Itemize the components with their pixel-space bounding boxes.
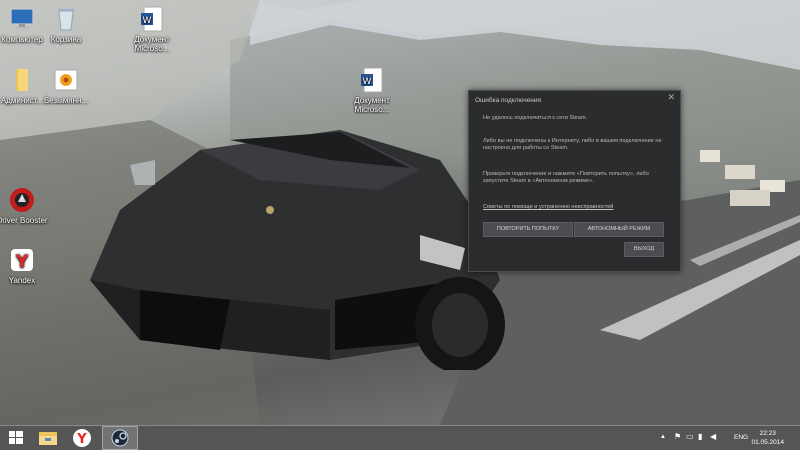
language-indicator[interactable]: ENG: [734, 434, 748, 441]
monitor-icon[interactable]: ▭: [686, 432, 694, 441]
file-explorer-icon: [39, 432, 57, 445]
start-button[interactable]: [2, 427, 30, 449]
recycle-bin-icon: [58, 9, 74, 31]
windows-logo-icon: [9, 431, 23, 444]
sports-car-image: [90, 130, 505, 370]
flag-icon[interactable]: ⚑: [674, 432, 681, 441]
taskbar-explorer-button[interactable]: [34, 427, 62, 449]
svg-text:W: W: [143, 16, 152, 26]
retry-button[interactable]: ПОВТОРИТЬ ПОПЫТКУ: [483, 222, 573, 237]
help-link[interactable]: Советы по помощи и устранению неисправно…: [483, 204, 613, 211]
close-icon[interactable]: ✕: [667, 93, 675, 102]
taskbar-steam-button[interactable]: [102, 426, 138, 450]
taskbar-clock[interactable]: 22:23 01.05.2014: [751, 429, 784, 447]
taskbar-yandex-button[interactable]: Y: [68, 427, 96, 449]
desktop-icon-recycle-bin[interactable]: Корзина: [36, 5, 96, 44]
clock-time: 22:23: [759, 430, 776, 437]
steam-connection-error-dialog: Ошибка подключения ✕ Не удалось подключи…: [468, 90, 681, 272]
system-tray: ▲ ⚑ ▭ ▮ ◀ ENG: [656, 426, 748, 450]
flower-image-icon: [54, 69, 78, 91]
word-document-icon: W: [361, 67, 383, 93]
desktop-wallpaper: Компьютер Корзина W Документ Microso... …: [0, 0, 800, 425]
show-hidden-icons-icon[interactable]: ▲: [660, 434, 666, 440]
dialog-message-3: Проверьте подключение и нажмите «Повтори…: [483, 171, 649, 184]
driver-booster-icon: [10, 188, 34, 212]
yandex-browser-icon: Y: [11, 249, 33, 272]
dialog-message-2: Либо вы не подключены к Интернету, либо …: [483, 138, 662, 151]
steam-icon: [111, 429, 129, 447]
exit-button[interactable]: ВЫХОД: [624, 242, 664, 257]
svg-text:W: W: [363, 77, 372, 87]
folder-icon: [16, 69, 28, 91]
volume-icon[interactable]: ◀: [710, 432, 716, 441]
desktop-icon-word-document-1[interactable]: W Документ Microso...: [122, 5, 182, 53]
desktop-icon-untitled-image[interactable]: Безымянн...: [36, 66, 96, 105]
dialog-message-1: Не удалось подключиться к сети Steam.: [483, 115, 588, 121]
desktop-icon-driver-booster[interactable]: Driver Booster: [0, 186, 52, 225]
dialog-title: Ошибка подключения: [475, 97, 541, 104]
network-icon[interactable]: ▮: [698, 432, 702, 441]
svg-text:Y: Y: [15, 252, 29, 272]
svg-text:Y: Y: [76, 432, 87, 447]
computer-icon: [10, 8, 34, 29]
desktop-icon-yandex[interactable]: Y Yandex: [0, 246, 52, 285]
desktop-icon-word-document-2[interactable]: W Документ Microso...: [342, 66, 402, 114]
clock-date: 01.05.2014: [751, 439, 784, 446]
yandex-browser-icon: Y: [73, 429, 91, 447]
word-document-icon: W: [141, 6, 163, 32]
taskbar: Y ▲ ⚑ ▭ ▮ ◀ ENG 22:23 01.05.2014: [0, 425, 800, 450]
offline-mode-button[interactable]: АВТОНОМНЫЙ РЕЖИМ: [574, 222, 664, 237]
